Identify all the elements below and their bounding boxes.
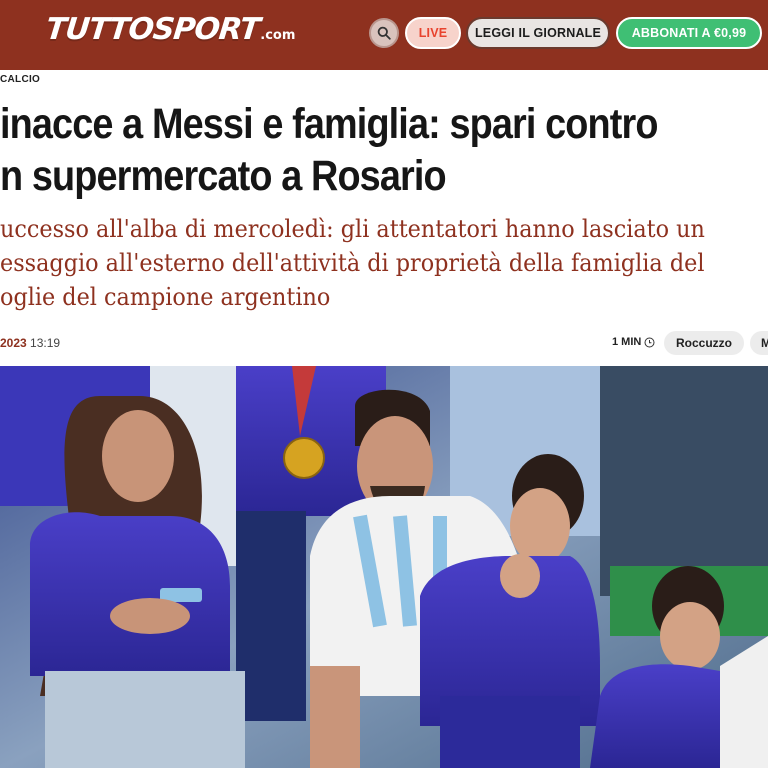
read-newspaper-button[interactable]: LEGGI IL GIORNALE <box>466 17 610 49</box>
subtitle-line-2: essaggio all'esterno dell'attività di pr… <box>0 249 705 277</box>
logo-suffix: .com <box>260 28 296 43</box>
article-date: 2023 13:19 <box>0 336 60 350</box>
read-time-label: 1 MIN <box>612 336 642 348</box>
title-line-2: n supermercato a Rosario <box>0 152 447 200</box>
article-category[interactable]: CALCIO <box>0 74 40 85</box>
article-title: inacce a Messi e famiglia: spari contro … <box>0 98 676 202</box>
article-hero-photo <box>0 366 768 768</box>
clock-icon <box>644 337 655 347</box>
subtitle-line-1: uccesso all'alba di mercoledì: gli atten… <box>0 215 705 243</box>
search-icon <box>377 26 391 40</box>
logo-wordmark: TUTTOSPORT <box>44 12 262 47</box>
site-header: TUTTOSPORT .com LIVE LEGGI IL GIORNALE A… <box>0 0 768 70</box>
live-button[interactable]: LIVE <box>405 17 461 49</box>
publish-date: 2023 <box>0 336 27 350</box>
hero-photo-illustration <box>0 366 768 768</box>
tag-messi[interactable]: M <box>750 331 768 355</box>
publish-time: 13:19 <box>30 336 61 350</box>
search-button[interactable] <box>369 18 399 48</box>
subtitle-line-3: oglie del campione argentino <box>0 283 331 311</box>
title-line-1: inacce a Messi e famiglia: spari contro <box>0 100 658 148</box>
subscribe-button[interactable]: ABBONATI A €0,99 <box>616 17 762 49</box>
tuttosport-logo[interactable]: TUTTOSPORT .com <box>44 12 296 54</box>
tag-roccuzzo[interactable]: Roccuzzo <box>664 331 744 355</box>
read-time: 1 MIN <box>612 336 655 348</box>
article-subtitle: uccesso all'alba di mercoledì: gli atten… <box>0 212 744 314</box>
